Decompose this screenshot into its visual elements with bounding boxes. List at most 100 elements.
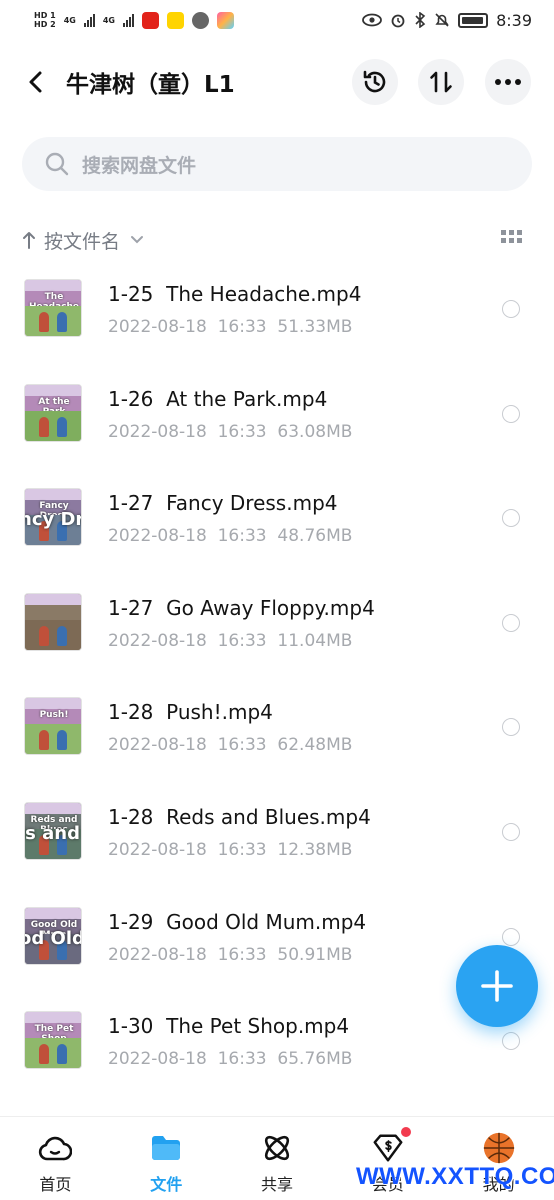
select-checkbox[interactable] [502, 927, 520, 946]
file-meta: 2022-08-18 16:33 48.76MB [108, 526, 352, 546]
app-notification-icon [166, 11, 184, 29]
select-checkbox[interactable] [502, 613, 520, 632]
sort-selector[interactable]: 按文件名 [22, 227, 144, 254]
file-name: 1-27 Fancy Dress.mp4 [108, 491, 338, 516]
file-row[interactable]: 1-27 Go Away Floppy.mp4 2022-08-18 16:33 … [0, 569, 554, 674]
mute-bell-icon [435, 13, 449, 27]
file-date: 2022-08-18 [108, 526, 207, 547]
add-upload-button[interactable] [456, 945, 538, 1027]
video-thumbnail: The Pet Shop [24, 1011, 82, 1070]
thumbnail-figure [57, 416, 67, 437]
eye-icon [362, 13, 382, 27]
thumbnail-figure [39, 1044, 49, 1065]
transfer-button[interactable] [418, 59, 464, 105]
file-meta: 2022-08-18 16:33 12.38MB [108, 840, 352, 860]
file-size: 62.48MB [277, 735, 353, 756]
thumbnail-strip [25, 489, 81, 501]
thumbnail-overlay-text: ls and B [25, 822, 81, 844]
sort-bar: 按文件名 [22, 222, 532, 258]
file-name: 1-28 Reds and Blues.mp4 [108, 804, 371, 829]
select-checkbox[interactable] [502, 718, 520, 737]
file-date: 2022-08-18 [108, 421, 207, 442]
select-checkbox[interactable] [502, 1032, 520, 1051]
nav-label-files: 文件 [150, 1175, 183, 1194]
signal-2-icon [122, 13, 134, 27]
video-thumbnail: At the Park [24, 383, 82, 442]
thumbnail-figure [39, 312, 49, 332]
folder-icon [149, 1131, 183, 1165]
status-clock: 8:39 [496, 10, 532, 30]
file-meta: 2022-08-18 16:33 62.48MB [108, 735, 352, 755]
thumbnail-figure [39, 625, 49, 646]
nav-item-home[interactable]: 首页 [0, 1117, 111, 1200]
file-name: 1-26 At the Park.mp4 [108, 386, 328, 411]
back-button[interactable] [8, 54, 64, 110]
app-notification-icon [216, 11, 234, 29]
grid-view-toggle[interactable] [501, 230, 522, 243]
thumbnail-scene [25, 306, 81, 336]
avatar-icon [482, 1131, 516, 1165]
file-row[interactable]: Fancy Dressncy Dre 1-27 Fancy Dress.mp4 20… [0, 464, 554, 569]
file-meta: 2022-08-18 16:33 50.91MB [108, 945, 352, 965]
file-date: 2022-08-18 [108, 317, 207, 337]
more-options-button[interactable] [485, 59, 531, 105]
video-thumbnail: Reds and Bluesls and B [24, 801, 82, 860]
thumbnail-scene [25, 724, 81, 755]
file-name: 1-29 Good Old Mum.mp4 [108, 909, 367, 934]
file-size: 51.33MB [277, 317, 353, 337]
thumbnail-figure [39, 416, 49, 437]
bluetooth-icon [415, 12, 426, 28]
signal-1-icon [83, 13, 95, 27]
file-time: 16:33 [217, 526, 267, 547]
chevron-left-icon [29, 71, 42, 93]
thumbnail-strip [25, 802, 81, 814]
thumbnail-overlay-text: ncy Dre [25, 509, 81, 531]
thumbnail-strip [25, 384, 81, 396]
thumbnail-strip [25, 1012, 81, 1024]
battery-icon [458, 12, 489, 28]
nav-label-share: 共享 [260, 1175, 293, 1194]
thumbnail-overlay-text: od Old M [25, 927, 82, 949]
file-row[interactable]: Push! 1-28 Push!.mp4 2022-08-18 16:33 62.4… [0, 673, 554, 778]
sim1-label: HD 1 [34, 11, 56, 20]
nav-item-files[interactable]: 文件 [111, 1117, 222, 1200]
status-left: HD 1 HD 2 4G 4G [34, 11, 234, 29]
app-notification-icon [141, 11, 159, 29]
video-thumbnail: The Headache [24, 279, 82, 337]
video-thumbnail: Good Old Mumod Old M [24, 906, 82, 965]
cloud-home-icon [38, 1131, 73, 1165]
thumbnail-scene [25, 619, 81, 650]
file-name: 1-28 Push!.mp4 [108, 700, 273, 725]
thumbnail-figure [57, 625, 67, 646]
file-date: 2022-08-18 [108, 839, 207, 860]
file-name: 1-27 Go Away Floppy.mp4 [108, 595, 375, 620]
select-checkbox[interactable] [502, 300, 520, 318]
file-time: 16:33 [217, 317, 267, 337]
search-input[interactable]: 搜索网盘文件 [82, 151, 196, 178]
thumbnail-figure [57, 730, 67, 751]
file-meta: 2022-08-18 16:33 11.04MB [108, 631, 352, 651]
file-date: 2022-08-18 [108, 1049, 207, 1070]
history-icon [363, 70, 386, 93]
status-bar: HD 1 HD 2 4G 4G 8:39 [0, 0, 554, 40]
status-right: 8:39 [362, 11, 532, 30]
select-checkbox[interactable] [502, 404, 520, 423]
thumbnail-figure [57, 1044, 67, 1065]
file-row[interactable]: Reds and Bluesls and B 1-28 Reds and Blue… [0, 778, 554, 883]
select-checkbox[interactable] [502, 509, 520, 528]
select-checkbox[interactable] [502, 822, 520, 841]
file-row[interactable]: The Headache 1-25 The Headache.mp4 2022-08… [0, 255, 554, 360]
file-row[interactable]: At the Park 1-26 At the Park.mp4 2022-08-1… [0, 360, 554, 465]
file-time: 16:33 [217, 1049, 267, 1070]
top-app-bar: 牛津树（童）L1 [0, 52, 554, 112]
thumbnail-title: Push! [39, 710, 69, 721]
file-time: 16:33 [217, 421, 267, 442]
nav-item-share[interactable]: 共享 [222, 1117, 333, 1200]
page-title: 牛津树（童）L1 [66, 72, 235, 98]
thumbnail-strip [25, 698, 81, 710]
file-size: 65.76MB [277, 1049, 353, 1070]
history-button[interactable] [352, 59, 398, 105]
app-notification-icon [191, 11, 209, 29]
search-bar[interactable]: 搜索网盘文件 [22, 137, 532, 191]
transfer-updown-icon [430, 71, 452, 93]
